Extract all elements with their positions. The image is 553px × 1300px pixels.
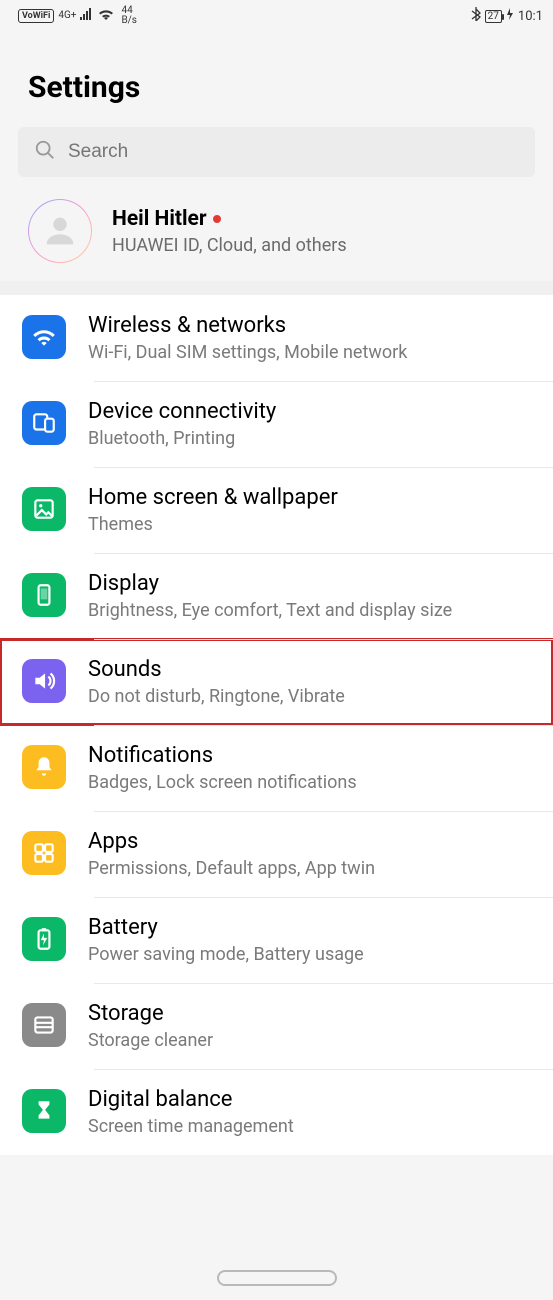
item-title: Notifications [88, 743, 357, 768]
avatar [28, 199, 92, 263]
item-display[interactable]: Display Brightness, Eye comfort, Text an… [0, 553, 553, 639]
item-title: Sounds [88, 657, 345, 682]
item-storage[interactable]: Storage Storage cleaner [0, 983, 553, 1069]
bell-icon [22, 745, 66, 789]
item-sub: Badges, Lock screen notifications [88, 772, 357, 793]
item-sub: Storage cleaner [88, 1030, 213, 1051]
settings-list: Wireless & networks Wi-Fi, Dual SIM sett… [0, 295, 553, 1155]
item-sub: Power saving mode, Battery usage [88, 944, 364, 965]
item-title: Apps [88, 829, 375, 854]
item-sub: Brightness, Eye comfort, Text and displa… [88, 600, 452, 621]
item-digital-balance[interactable]: Digital balance Screen time management [0, 1069, 553, 1155]
wifi-icon [22, 315, 66, 359]
item-title: Battery [88, 915, 364, 940]
account-sub: HUAWEI ID, Cloud, and others [112, 235, 347, 256]
item-sounds[interactable]: Sounds Do not disturb, Ringtone, Vibrate [0, 639, 553, 725]
item-sub: Themes [88, 514, 338, 535]
item-sub: Bluetooth, Printing [88, 428, 276, 449]
item-home-wallpaper[interactable]: Home screen & wallpaper Themes [0, 467, 553, 553]
page-title: Settings [28, 70, 525, 105]
section-gap [0, 281, 553, 295]
account-name: Heil Hitler [112, 207, 221, 231]
item-title: Wireless & networks [88, 313, 407, 338]
network-type: 4G+ [58, 11, 76, 21]
item-title: Display [88, 571, 452, 596]
status-bar: VoWiFi 4G+ 44 B/s 27 10:1 [0, 0, 553, 28]
search-icon [34, 139, 56, 165]
hourglass-icon [22, 1089, 66, 1133]
devices-icon [22, 401, 66, 445]
charging-icon [506, 8, 514, 24]
search-field[interactable] [18, 127, 535, 177]
wallpaper-icon [22, 487, 66, 531]
item-sub: Screen time management [88, 1116, 294, 1137]
item-apps[interactable]: Apps Permissions, Default apps, App twin [0, 811, 553, 897]
item-title: Home screen & wallpaper [88, 485, 338, 510]
item-battery[interactable]: Battery Power saving mode, Battery usage [0, 897, 553, 983]
clock: 10:1 [518, 9, 543, 24]
wifi-icon [98, 8, 114, 24]
item-title: Storage [88, 1001, 213, 1026]
search-input[interactable] [68, 141, 519, 163]
status-right: 27 10:1 [471, 7, 543, 25]
battery-indicator: 27 [485, 10, 502, 23]
bluetooth-icon [471, 7, 481, 25]
vowifi-badge: VoWiFi [18, 9, 54, 23]
item-sub: Do not disturb, Ringtone, Vibrate [88, 686, 345, 707]
sound-icon [22, 659, 66, 703]
item-notifications[interactable]: Notifications Badges, Lock screen notifi… [0, 725, 553, 811]
page-header: Settings [0, 28, 553, 127]
account-row[interactable]: Heil Hitler HUAWEI ID, Cloud, and others [0, 177, 553, 281]
signal-icon [80, 8, 94, 24]
item-title: Digital balance [88, 1087, 294, 1112]
status-left: VoWiFi 4G+ 44 B/s [18, 6, 137, 26]
notification-dot [213, 215, 221, 223]
item-title: Device connectivity [88, 399, 276, 424]
battery-icon [22, 917, 66, 961]
item-wireless-networks[interactable]: Wireless & networks Wi-Fi, Dual SIM sett… [0, 295, 553, 381]
item-sub: Wi-Fi, Dual SIM settings, Mobile network [88, 342, 407, 363]
home-indicator[interactable] [217, 1270, 337, 1286]
apps-icon [22, 831, 66, 875]
storage-icon [22, 1003, 66, 1047]
item-device-connectivity[interactable]: Device connectivity Bluetooth, Printing [0, 381, 553, 467]
network-speed: 44 B/s [121, 6, 137, 26]
display-icon [22, 573, 66, 617]
item-sub: Permissions, Default apps, App twin [88, 858, 375, 879]
